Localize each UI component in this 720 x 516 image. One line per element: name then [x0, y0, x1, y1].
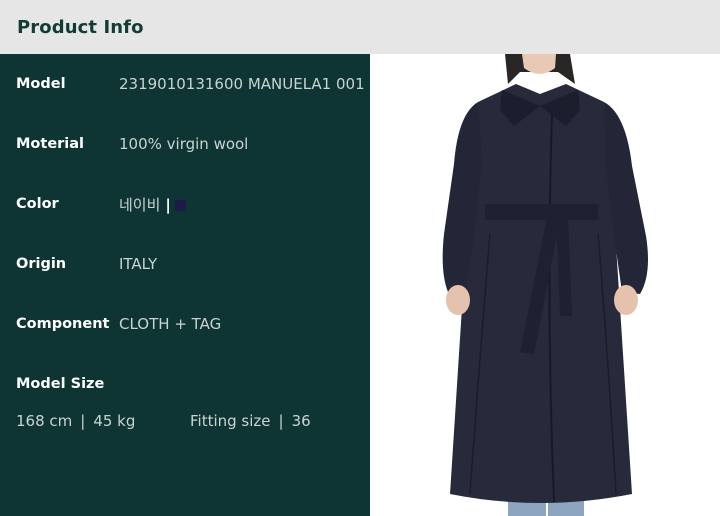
page-title: Product Info: [17, 16, 144, 38]
model-measurements: 168 cm | 45 kg: [16, 412, 135, 430]
component-label: Component: [16, 316, 110, 332]
origin-label: Origin: [16, 256, 67, 272]
component-row: Component CLOTH + TAG: [0, 312, 370, 336]
model-size-row: Model Size: [0, 372, 370, 396]
material-label: Moterial: [16, 136, 85, 152]
color-value: 네이비: [119, 195, 161, 214]
model-value: 2319010131600 MANUELA1 001: [119, 75, 365, 93]
model-row: Model 2319010131600 MANUELA1 001: [0, 72, 370, 96]
material-row: Moterial 100% virgin wool: [0, 132, 370, 156]
product-info-panel: Model 2319010131600 MANUELA1 001 Moteria…: [0, 54, 370, 516]
model-label: Model: [16, 76, 66, 92]
material-value: 100% virgin wool: [119, 135, 249, 153]
color-separator: |: [165, 195, 171, 214]
model-weight: 45 kg: [93, 412, 136, 430]
color-row: Color 네이비 |: [0, 192, 370, 216]
component-value: CLOTH + TAG: [119, 315, 222, 333]
origin-row: Origin ITALY: [0, 252, 370, 276]
fitting-separator: |: [278, 412, 284, 430]
origin-value: ITALY: [119, 255, 158, 273]
color-label: Color: [16, 196, 59, 212]
product-photo: [370, 54, 720, 516]
color-value-group: 네이비 |: [119, 194, 186, 215]
model-height: 168 cm: [16, 412, 73, 430]
model-size-label: Model Size: [16, 376, 105, 392]
header-bar: Product Info: [0, 0, 720, 54]
measurement-separator: |: [80, 412, 86, 430]
model-wearing-coat-illustration: [442, 54, 648, 516]
fitting-size-label: Fitting size: [190, 412, 271, 430]
color-swatch: [174, 199, 186, 211]
fitting-size-value: 36: [291, 412, 311, 430]
fitting-size: Fitting size | 36: [190, 412, 311, 430]
